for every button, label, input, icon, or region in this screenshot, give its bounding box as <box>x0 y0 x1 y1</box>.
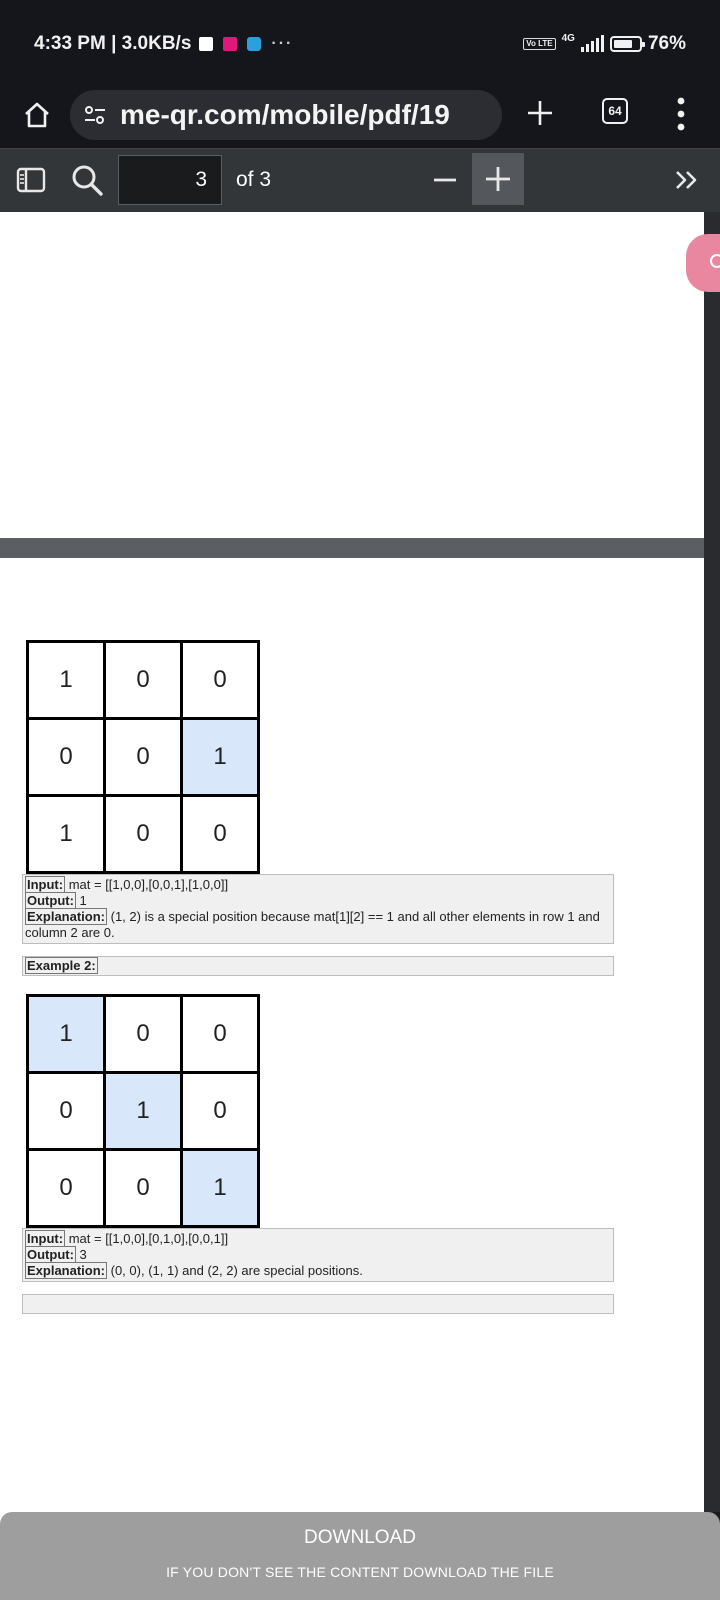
matrix-cell-special: 1 <box>180 1148 260 1228</box>
status-bar: 4:33 PM | 3.0KB/s ··· Vo LTE 4G 76% <box>0 0 720 84</box>
matrix-cell-special: 1 <box>180 717 260 797</box>
zoom-out-icon[interactable] <box>430 165 460 195</box>
matrix-cell: 0 <box>103 717 183 797</box>
input-value: mat = [[1,0,0],[0,0,1],[1,0,0]] <box>65 877 229 892</box>
input-label: Input: <box>25 1230 66 1247</box>
tab-switcher-button[interactable]: 64 <box>602 98 628 124</box>
battery-percent: 76% <box>647 33 686 54</box>
explanation-value: (0, 0), (1, 1) and (2, 2) are special po… <box>107 1263 363 1278</box>
app-notification-icon <box>223 37 238 51</box>
more-tools-icon[interactable] <box>672 165 702 195</box>
page-number-input[interactable]: 3 <box>118 155 222 205</box>
matrix-cell: 1 <box>26 640 106 720</box>
input-label: Input: <box>25 876 66 893</box>
example2-details: Input: mat = [[1,0,0],[0,1,0],[0,0,1]] O… <box>22 1228 614 1282</box>
matrix-cell: 0 <box>180 640 260 720</box>
matrix-cell: 0 <box>26 1071 106 1151</box>
input-value: mat = [[1,0,0],[0,1,0],[0,0,1]] <box>65 1231 229 1246</box>
matrix-cell: 0 <box>180 1071 260 1151</box>
network-type: 4G <box>561 32 575 44</box>
explanation-label: Explanation: <box>25 1262 108 1279</box>
empty-text-box <box>22 1294 614 1314</box>
page-total-label: of 3 <box>236 168 272 191</box>
matrix-cell: 0 <box>26 717 106 797</box>
search-icon[interactable] <box>70 163 104 197</box>
battery-icon <box>609 36 645 52</box>
matrix-cell-special: 1 <box>103 1071 183 1151</box>
scroll-track <box>704 212 720 1512</box>
browser-url-bar: me-qr.com/mobile/pdf/19 64 <box>0 84 720 148</box>
output-value: 3 <box>75 1247 87 1262</box>
sidebar-toggle-icon[interactable] <box>16 167 46 193</box>
pdf-page-2 <box>0 212 704 538</box>
example1-matrix: 1 0 0 0 0 1 1 0 0 <box>26 640 260 874</box>
url-text: me-qr.com/mobile/pdf/19 <box>120 99 450 130</box>
pdf-page-3: 1 0 0 0 0 1 1 0 0 Input: mat = [[1,0,0],… <box>0 558 704 1558</box>
matrix-cell: 0 <box>180 794 260 874</box>
zoom-in-button[interactable] <box>472 153 524 205</box>
download-title[interactable]: DOWNLOAD <box>0 1527 720 1549</box>
output-label: Output: <box>25 892 76 909</box>
output-value: 1 <box>75 893 87 908</box>
gallery-icon <box>199 37 214 51</box>
example1-details: Input: mat = [[1,0,0],[0,0,1],[1,0,0]] O… <box>22 874 614 944</box>
volte-icon: Vo LTE <box>523 38 556 50</box>
matrix-cell: 0 <box>180 994 260 1074</box>
signal-icon <box>580 35 604 52</box>
matrix-cell: 0 <box>103 1148 183 1228</box>
home-icon[interactable] <box>22 100 52 130</box>
zoom-in-icon <box>486 167 510 191</box>
site-settings-icon[interactable] <box>84 104 106 126</box>
example2-heading-text: Example 2: <box>25 957 98 974</box>
status-right: Vo LTE 4G 76% <box>523 33 686 55</box>
explanation-value: (1, 2) is a special position because mat… <box>25 909 600 940</box>
new-tab-icon[interactable] <box>525 98 555 128</box>
scroll-handle[interactable] <box>686 234 720 292</box>
example2-matrix: 1 0 0 0 1 0 0 0 1 <box>26 994 260 1228</box>
matrix-cell: 1 <box>26 794 106 874</box>
output-label: Output: <box>25 1246 76 1263</box>
address-bar[interactable]: me-qr.com/mobile/pdf/19 <box>70 90 502 140</box>
matrix-cell: 0 <box>103 640 183 720</box>
more-notifications-icon: ··· <box>271 35 294 52</box>
download-subtitle: IF YOU DON'T SEE THE CONTENT DOWNLOAD TH… <box>166 1564 554 1580</box>
explanation-label: Explanation: <box>25 908 108 925</box>
matrix-cell-special: 1 <box>26 994 106 1074</box>
pdf-viewport[interactable]: 1 0 0 0 0 1 1 0 0 Input: mat = [[1,0,0],… <box>0 212 720 1558</box>
overflow-menu-icon[interactable] <box>676 96 686 132</box>
telegram-icon <box>247 37 262 51</box>
pdf-toolbar: 3 of 3 <box>0 148 720 212</box>
matrix-cell: 0 <box>103 794 183 874</box>
scroll-handle-icon <box>710 254 720 268</box>
time-and-speed: 4:33 PM | 3.0KB/s <box>34 33 192 54</box>
example2-heading: Example 2: <box>22 956 614 976</box>
status-left: 4:33 PM | 3.0KB/s ··· <box>34 33 293 55</box>
matrix-cell: 0 <box>103 994 183 1074</box>
matrix-cell: 0 <box>26 1148 106 1228</box>
notification-icons: ··· <box>199 35 293 53</box>
download-banner[interactable]: DOWNLOAD IF YOU DON'T SEE THE CONTENT DO… <box>0 1512 720 1600</box>
